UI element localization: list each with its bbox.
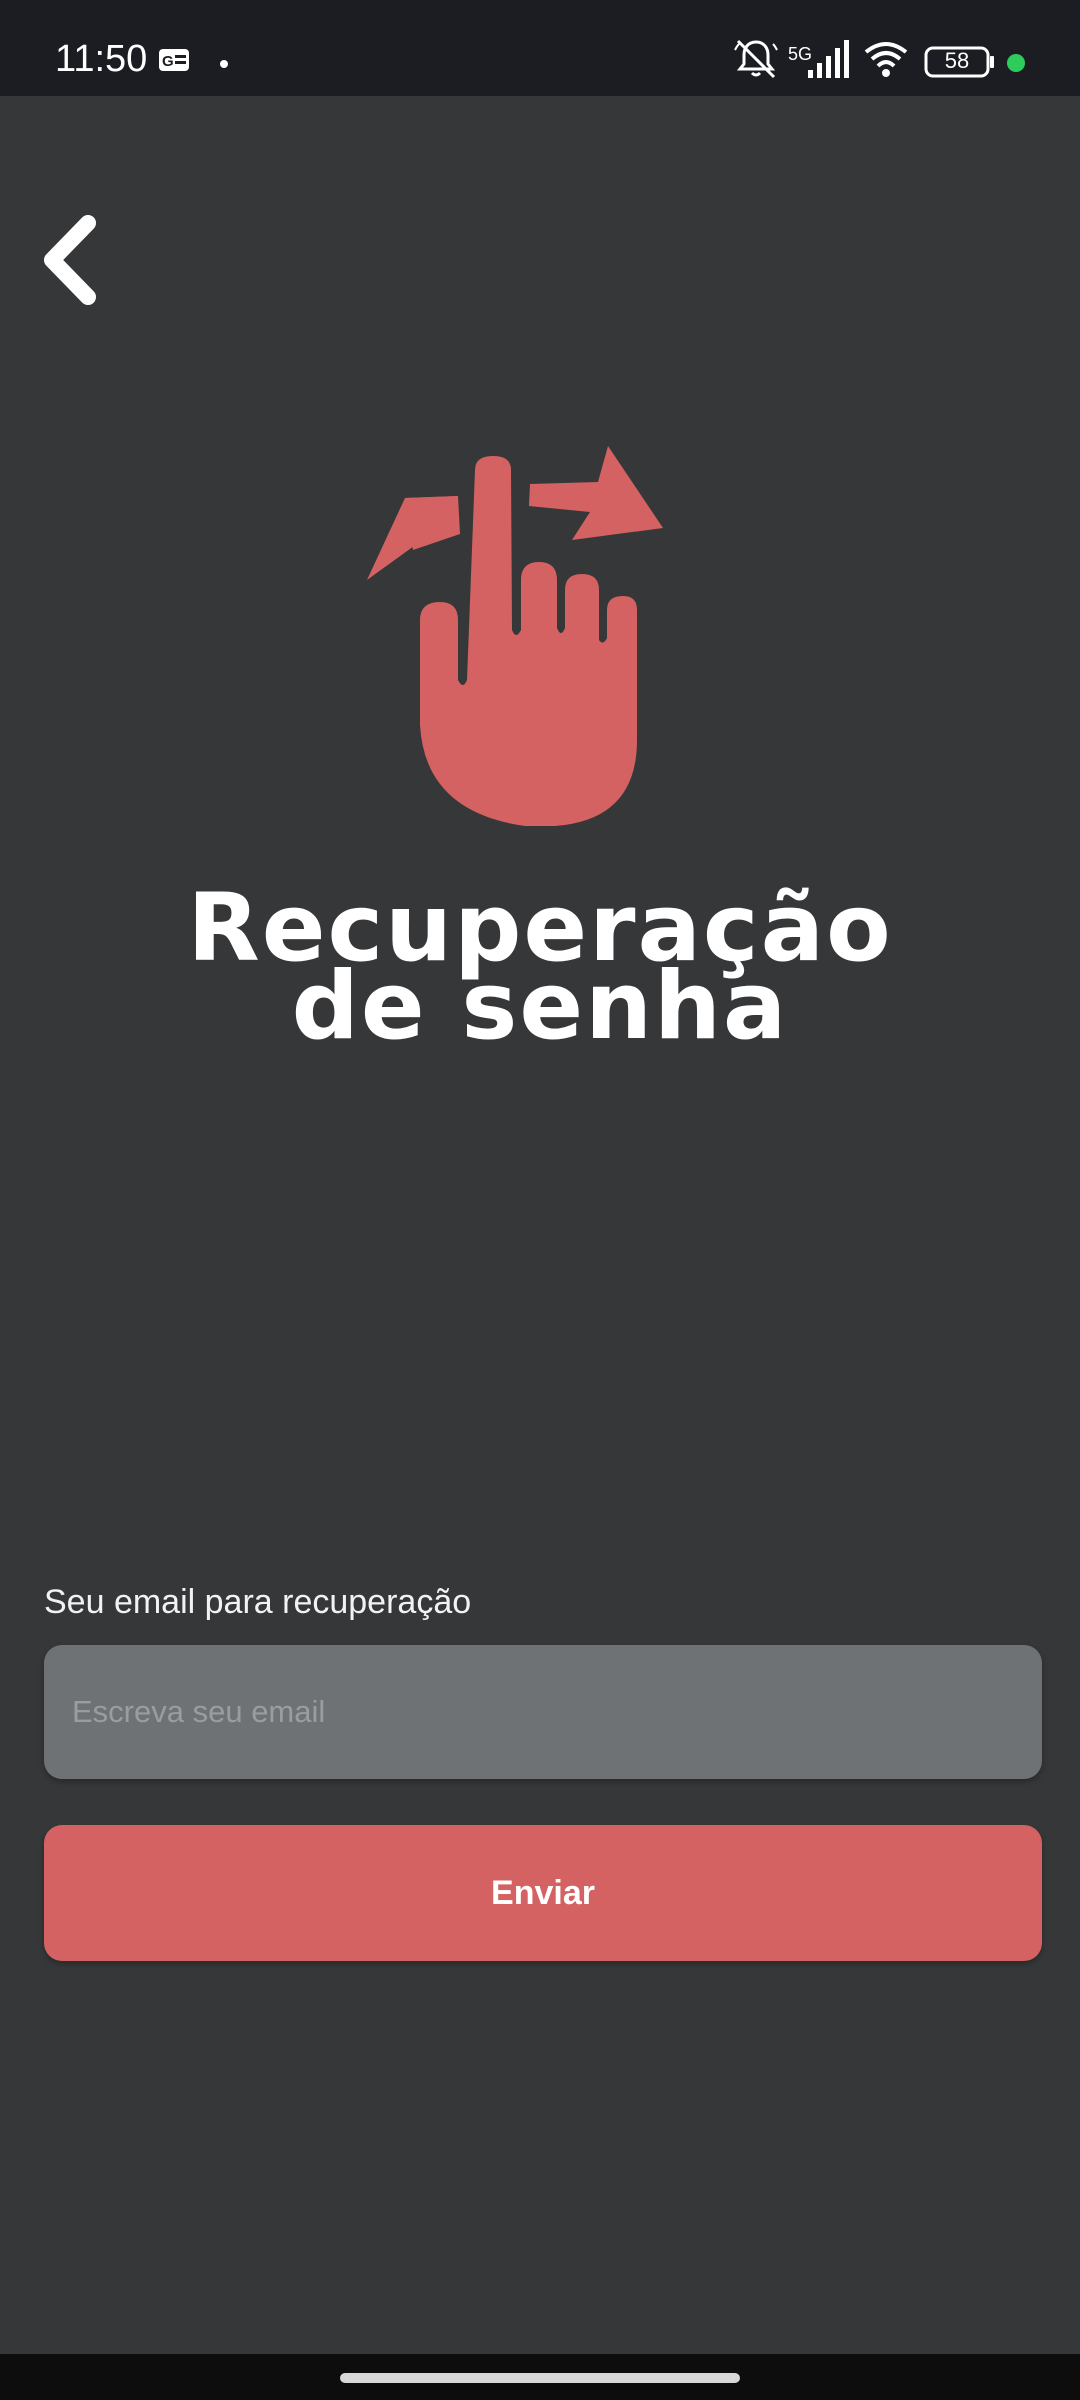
home-indicator[interactable] [340, 2373, 740, 2383]
mute-icon [734, 39, 778, 79]
signal-icon [808, 40, 849, 78]
page-title: Recuperação de senha [0, 882, 1080, 1061]
email-label: Seu email para recuperação [44, 1583, 472, 1621]
svg-text:G: G [162, 53, 174, 70]
send-button[interactable]: Enviar [44, 1825, 1042, 1961]
page-title-line-2: de senha [291, 952, 789, 1061]
wifi-icon [864, 42, 908, 77]
card-icon: G [159, 49, 189, 71]
email-field[interactable] [44, 1645, 1042, 1779]
status-time: 11:50 [55, 38, 148, 80]
swipe-hand-icon [367, 446, 663, 826]
chevron-left-icon [44, 215, 96, 305]
status-bar: 11:50 G 5G 58 [0, 0, 1080, 96]
back-button[interactable] [36, 215, 106, 305]
battery-level: 58 [944, 48, 970, 73]
active-dot-icon [1007, 54, 1025, 72]
dot-icon [220, 60, 228, 68]
battery-icon: 58 [924, 46, 996, 78]
hero-illustration [355, 440, 675, 830]
